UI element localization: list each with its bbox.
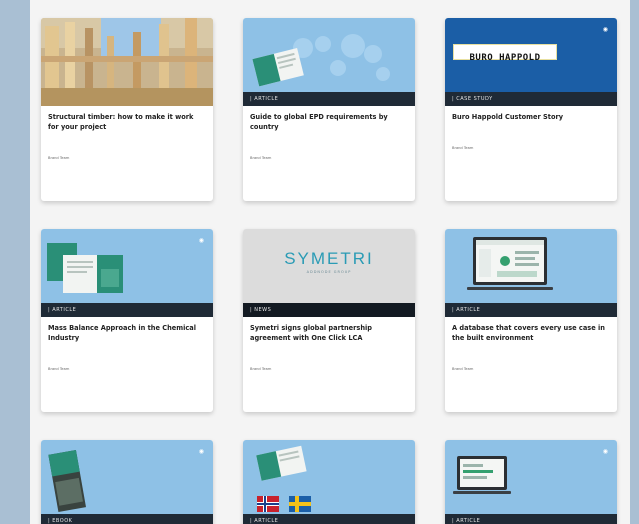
card-tag-band: | EBOOK: [41, 514, 213, 524]
norway-flag-icon: [257, 496, 279, 512]
card-tag-band: | CASE STUDY: [445, 92, 617, 106]
card-mass-balance[interactable]: ◉ | ARTICLE Mass Balance Approach in the…: [41, 229, 213, 412]
card-grid: Structural timber: how to make it work f…: [41, 18, 617, 524]
card-epd-nordics[interactable]: | ARTICLE: [243, 440, 415, 524]
nordics-thumbnail: | ARTICLE: [243, 440, 415, 524]
mass-balance-thumbnail: ◉ | ARTICLE: [41, 229, 213, 317]
buro-happold-logo-text: BURO HAPPOLD: [469, 53, 541, 63]
card-tag-band: | ARTICLE: [445, 514, 617, 524]
card-title[interactable]: Symetri signs global partnership agreeme…: [243, 317, 415, 343]
card-epd-guide[interactable]: | ARTICLE Guide to global EPD requiremen…: [243, 18, 415, 201]
card-symetri[interactable]: SYMETRI ADDNODE GROUP | NEWS Symetri sig…: [243, 229, 415, 412]
card-tag-band: | ARTICLE: [243, 514, 415, 524]
content-panel: Structural timber: how to make it work f…: [30, 0, 630, 524]
card-tag-band: | NEWS: [243, 303, 415, 317]
card-database[interactable]: | ARTICLE A database that covers every u…: [445, 229, 617, 412]
symetri-thumbnail: SYMETRI ADDNODE GROUP | NEWS: [243, 229, 415, 317]
card-author: Brand Team: [250, 156, 272, 160]
symetri-logo: SYMETRI ADDNODE GROUP: [243, 249, 415, 274]
symetri-logo-subtext: ADDNODE GROUP: [306, 270, 352, 274]
card-author: Brand Team: [48, 367, 70, 371]
card-structural-timber[interactable]: Structural timber: how to make it work f…: [41, 18, 213, 201]
card-title[interactable]: Structural timber: how to make it work f…: [41, 106, 213, 132]
buro-happold-thumbnail: ◉ BURO HAPPOLD | CASE STUDY: [445, 18, 617, 106]
card-title[interactable]: Mass Balance Approach in the Chemical In…: [41, 317, 213, 343]
card-author: Brand Team: [452, 146, 474, 150]
card-title[interactable]: Guide to global EPD requirements by coun…: [243, 106, 415, 132]
buro-happold-logo: BURO HAPPOLD: [453, 44, 557, 63]
symetri-logo-text: SYMETRI: [284, 249, 374, 268]
card-title[interactable]: A database that covers every use case in…: [445, 317, 617, 343]
database-thumbnail: | ARTICLE: [445, 229, 617, 317]
laptop-thumbnail: ◉ | ARTICLE: [445, 440, 617, 524]
card-title[interactable]: Buro Happold Customer Story: [445, 106, 617, 122]
card-tag-band: | ARTICLE: [41, 303, 213, 317]
card-tag-band: | ARTICLE: [243, 92, 415, 106]
timber-photo: [41, 18, 213, 106]
card-author: Brand Team: [250, 367, 272, 371]
card-author: Brand Team: [48, 156, 70, 160]
ebook-thumbnail: ◉ | EBOOK: [41, 440, 213, 524]
card-tag-band: | ARTICLE: [445, 303, 617, 317]
card-laptop-article[interactable]: ◉ | ARTICLE: [445, 440, 617, 524]
card-ebook[interactable]: ◉ | EBOOK: [41, 440, 213, 524]
one-click-lca-logo-icon: ◉: [602, 26, 608, 33]
card-buro-happold[interactable]: ◉ BURO HAPPOLD | CASE STUDY Buro Happold…: [445, 18, 617, 201]
card-author: Brand Team: [452, 367, 474, 371]
epd-guide-thumbnail: | ARTICLE: [243, 18, 415, 106]
sweden-flag-icon: [289, 496, 311, 512]
